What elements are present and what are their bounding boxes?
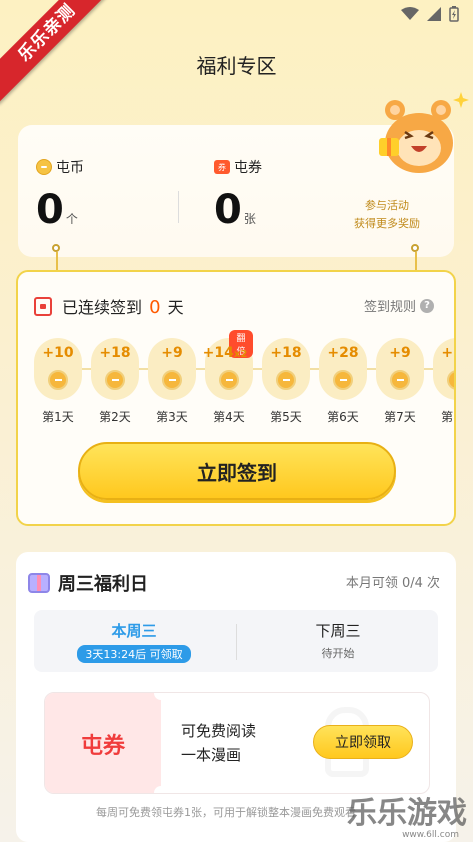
promo-line2: 获得更多奖励 [354,217,420,230]
day-label: 第7天 [384,410,416,424]
voucher-notch [154,693,168,700]
signin-day-2[interactable]: +18 第2天 [91,338,139,425]
tab-title: 本周三 [111,622,157,640]
day-amount: +10 [42,345,74,361]
wifi-icon [401,7,419,20]
coin-icon [162,370,182,390]
promo-link[interactable]: 参与活动 获得更多奖励 [354,197,420,233]
coin-label: 屯币 [56,160,84,176]
day-amount: +14 [202,345,234,361]
day-amount: +28 [327,345,359,361]
signin-day-4[interactable]: 翻倍 +14x2 第4天 [202,330,253,425]
ticket-label: 屯券 [234,160,262,176]
signin-day-3[interactable]: +9 第3天 [148,338,196,425]
voucher-notch [154,786,168,793]
coin-balance[interactable]: 0 个 [36,187,78,233]
day-label: 第3天 [156,410,188,424]
streak-prefix: 已连续签到 [62,298,143,317]
signin-day-6[interactable]: +28 第6天 [319,338,367,425]
signin-day-8[interactable]: +14 第8天 [433,338,454,425]
currency-divider [178,191,179,223]
rules-label: 签到规则 [363,300,416,315]
signin-day-1[interactable]: +10 第1天 [34,338,82,425]
week-tabs: 本周三 3天13:24后 可领取 下周三 待开始 [34,610,438,672]
coin-icon [105,370,125,390]
promo-line1: 参与活动 [365,199,409,212]
ticket-icon: 券 [214,160,230,174]
tab-next-wednesday[interactable]: 下周三 待开始 [238,620,438,661]
signin-days-row: +10 第1天 +18 第2天 +9 第3天 翻倍 +14x2 第4天 +18 … [34,330,454,428]
streak-days: 0 [149,297,161,318]
signin-day-7[interactable]: +9 第7天 [376,338,424,425]
welfare-header: 周三福利日 [28,570,148,596]
coin-icon [333,370,353,390]
voucher-line1: 可免费阅读 [181,722,257,740]
ticket-unit: 张 [243,212,256,226]
streak-suffix: 天 [167,298,184,317]
watermark: 乐乐游戏 [347,796,467,831]
welfare-footnote: 每周可免费领屯券1张，可用于解锁整本漫画免费观看 [96,806,356,819]
claim-button[interactable]: 立即领取 [313,725,413,759]
voucher-label: 屯券 [45,693,161,793]
ticket-balance[interactable]: 0 张 [214,187,256,233]
day-amount: +9 [161,345,183,361]
tab-divider [236,624,237,660]
signin-button[interactable]: 立即签到 [78,442,396,500]
coin-icon [447,370,454,390]
coin-icon [390,370,410,390]
signin-rules-link[interactable]: 签到规则 ? [364,296,434,315]
help-icon: ? [420,298,434,313]
double-multiplier: x2 [233,349,248,360]
hamster-mascot-icon [379,92,469,173]
calendar-icon [34,296,52,316]
tab-status: 待开始 [321,647,355,660]
day-amount: +18 [99,345,131,361]
ticket-value: 0 [214,187,242,233]
coin-icon [219,370,239,390]
coin-icon [276,370,296,390]
voucher-card: 屯券 可免费阅读 一本漫画 立即领取 [44,692,430,794]
chain-right-dot [411,244,419,252]
day-label: 第5天 [270,410,302,424]
welfare-title: 周三福利日 [58,574,148,595]
status-icons [401,6,459,22]
coin-label-row: 屯币 [36,157,84,177]
signin-card: 已连续签到 0 天 签到规则 ? +10 第1天 +18 第2天 +9 第3天 [16,270,456,526]
day-label: 第4天 [213,410,245,424]
coin-icon [48,370,68,390]
battery-icon [449,6,459,22]
ticket-label-row: 券 屯券 [214,157,262,177]
gift-box-icon [28,573,50,593]
month-quota: 本月可领 0/4 次 [345,576,440,591]
tab-this-wednesday[interactable]: 本周三 3天13:24后 可领取 [34,620,234,663]
coin-icon [36,159,52,175]
chain-left-dot [52,244,60,252]
day-amount: +9 [389,345,411,361]
voucher-line2: 一本漫画 [181,746,242,764]
signin-day-5[interactable]: +18 第5天 [262,338,310,425]
voucher-desc: 可免费阅读 一本漫画 [181,719,256,767]
day-label: 第2天 [99,410,131,424]
page-title: 福利专区 [196,54,277,78]
tab-title: 下周三 [315,622,361,640]
day-label: 第8天 [441,410,454,424]
day-amount: +18 [270,345,302,361]
day-amount: +14 [441,345,454,361]
signal-icon [427,7,441,21]
signin-streak: 已连续签到 0 天 [34,294,184,318]
day-label: 第6天 [327,410,359,424]
tab-countdown: 3天13:24后 可领取 [77,645,191,663]
coin-value: 0 [36,187,64,233]
day-label: 第1天 [42,410,74,424]
coin-unit: 个 [65,212,78,226]
watermark-url: www.6ll.com [402,830,459,840]
